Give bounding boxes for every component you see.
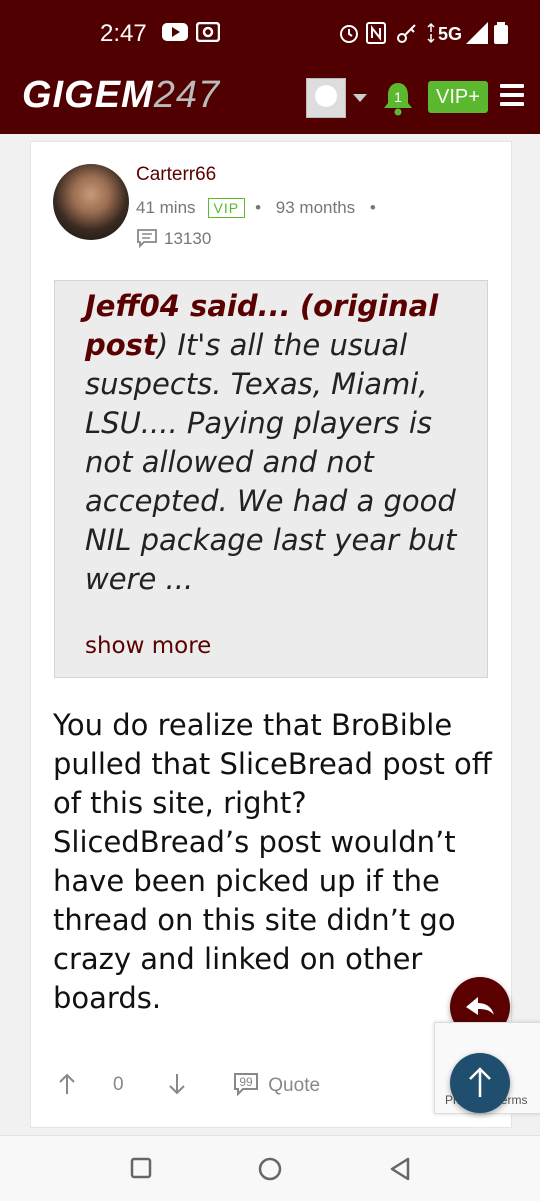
signal-icon	[466, 22, 488, 44]
svg-text:99: 99	[239, 1075, 253, 1089]
quote-button[interactable]: 99 Quote	[233, 1072, 343, 1098]
account-avatar-button[interactable]	[306, 78, 346, 118]
post-count-value: 13130	[164, 229, 212, 248]
upvote-arrow-icon[interactable]	[57, 1072, 77, 1096]
post-meta: 41 mins VIP • 93 months •	[136, 198, 376, 218]
arrow-up-icon	[469, 1067, 491, 1097]
vip-badge: VIP	[207, 198, 246, 218]
quote-label: Quote	[268, 1075, 321, 1096]
notification-count: 1	[394, 89, 402, 105]
alarm-icon	[340, 25, 358, 43]
post-count: 13130	[136, 228, 211, 249]
vote-count: 0	[113, 1074, 124, 1095]
hamburger-menu-icon[interactable]	[500, 84, 524, 108]
scroll-to-top-button[interactable]	[450, 1053, 510, 1113]
member-tenure: 93 months	[275, 198, 356, 217]
bullet-separator: •	[255, 198, 262, 217]
logo-number: 247	[153, 74, 221, 116]
quote-icon: 99	[234, 1073, 258, 1097]
back-icon[interactable]	[388, 1156, 412, 1182]
downvote-arrow-icon[interactable]	[167, 1072, 187, 1096]
quote-paren: )	[156, 328, 169, 362]
recent-apps-icon[interactable]	[130, 1157, 152, 1179]
home-icon[interactable]	[257, 1156, 283, 1182]
post-actions: 0 99 Quote	[53, 1070, 493, 1100]
post-time: 41 mins	[136, 198, 196, 217]
post-card: Carterr66 41 mins VIP • 93 months • 13130 …	[30, 141, 512, 1128]
message-icon	[137, 229, 157, 249]
youtube-icon	[162, 23, 188, 41]
quote-author-link[interactable]: Jeff04 said...	[85, 289, 291, 323]
network-type: 5G	[438, 24, 463, 44]
post-username[interactable]: Carterr66	[136, 164, 216, 186]
site-logo[interactable]: GIGEM247	[22, 74, 220, 117]
data-arrows-icon	[427, 22, 435, 44]
vip-plus-button[interactable]: VIP+	[428, 81, 488, 113]
post-body: You do realize that BroBible pulled that…	[53, 708, 492, 1015]
notifications-bell-icon[interactable]: 1	[382, 80, 414, 116]
quoted-post: Jeff04 said... (original post) It's all …	[54, 280, 488, 678]
user-avatar[interactable]	[53, 164, 129, 240]
nfc-icon	[366, 22, 386, 44]
quote-text: Jeff04 said... (original post) It's all …	[85, 287, 457, 599]
battery-icon	[494, 22, 508, 44]
system-navigation-bar	[0, 1135, 540, 1201]
app-header: GIGEM247 1 VIP+	[0, 70, 540, 134]
avatar-placeholder-icon	[315, 85, 337, 107]
chevron-down-icon[interactable]	[353, 94, 367, 102]
show-more-link[interactable]: show more	[85, 633, 211, 659]
logo-text: GIGEM	[22, 74, 154, 116]
quote-body: It's all the usual suspects. Texas, Miam…	[85, 328, 457, 596]
key-icon	[397, 24, 416, 43]
status-bar: 2:47 5G	[0, 0, 540, 70]
cast-icon	[196, 22, 220, 42]
status-time: 2:47	[100, 20, 147, 47]
bullet-separator: •	[369, 198, 376, 217]
